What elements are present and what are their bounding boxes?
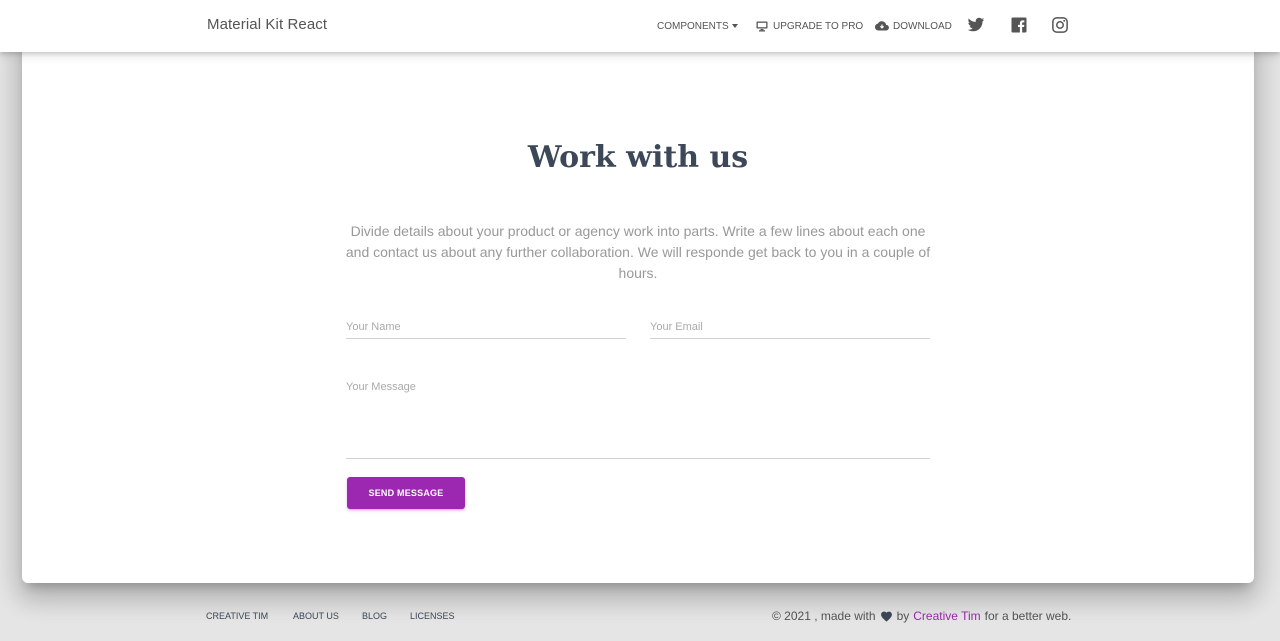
monitor-icon bbox=[756, 21, 768, 31]
footer-link-creative-tim[interactable]: CREATIVE TIM bbox=[206, 611, 268, 621]
footer-copy-by: by bbox=[896, 609, 910, 623]
brand-logo-text[interactable]: Material Kit React bbox=[207, 16, 327, 33]
nav-upgrade[interactable]: UPGRADE TO PRO bbox=[756, 0, 863, 52]
cloud-download-icon bbox=[875, 21, 889, 31]
send-message-button[interactable]: SEND MESSAGE bbox=[347, 477, 465, 509]
name-field[interactable]: Your Name bbox=[346, 311, 626, 339]
section-title: Work with us bbox=[527, 140, 749, 175]
footer-link-about-us[interactable]: ABOUT US bbox=[293, 611, 339, 621]
footer-link-blog[interactable]: BLOG bbox=[362, 611, 387, 621]
footer-link-licenses[interactable]: LICENSES bbox=[410, 611, 455, 621]
caret-down-icon bbox=[731, 24, 738, 28]
top-navbar: Material Kit React COMPONENTS UPGRADE TO… bbox=[0, 0, 1280, 52]
nav-upgrade-label: UPGRADE TO PRO bbox=[773, 20, 864, 32]
twitter-icon[interactable] bbox=[967, 16, 985, 34]
main-card: Work with us Divide details about your p… bbox=[22, 30, 1254, 583]
section-description: Divide details about your product or age… bbox=[345, 223, 931, 281]
nav-components-link[interactable]: COMPONENTS bbox=[657, 21, 738, 32]
facebook-icon[interactable] bbox=[1010, 16, 1028, 34]
message-field[interactable]: Your Message bbox=[346, 371, 930, 459]
nav-components-label: COMPONENTS bbox=[657, 20, 729, 32]
nav-download[interactable]: DOWNLOAD bbox=[875, 0, 952, 52]
email-field[interactable]: Your Email bbox=[650, 311, 930, 339]
nav-download-link[interactable]: DOWNLOAD bbox=[875, 21, 952, 32]
footer-creative-tim-link[interactable]: Creative Tim bbox=[913, 609, 980, 623]
name-field-label: Your Name bbox=[346, 321, 401, 333]
email-field-label: Your Email bbox=[650, 321, 703, 333]
message-field-label: Your Message bbox=[346, 381, 416, 393]
footer-copy-prefix: © 2021 , made with bbox=[772, 609, 876, 623]
nav-components[interactable]: COMPONENTS bbox=[657, 0, 738, 52]
nav-upgrade-link[interactable]: UPGRADE TO PRO bbox=[756, 21, 863, 32]
footer-copyright: © 2021 , made with by Creative Tim for a… bbox=[772, 609, 1071, 623]
footer-copy-suffix: for a better web. bbox=[984, 609, 1072, 623]
instagram-icon[interactable] bbox=[1051, 16, 1069, 34]
heart-icon bbox=[880, 611, 892, 622]
nav-download-label: DOWNLOAD bbox=[893, 20, 952, 32]
